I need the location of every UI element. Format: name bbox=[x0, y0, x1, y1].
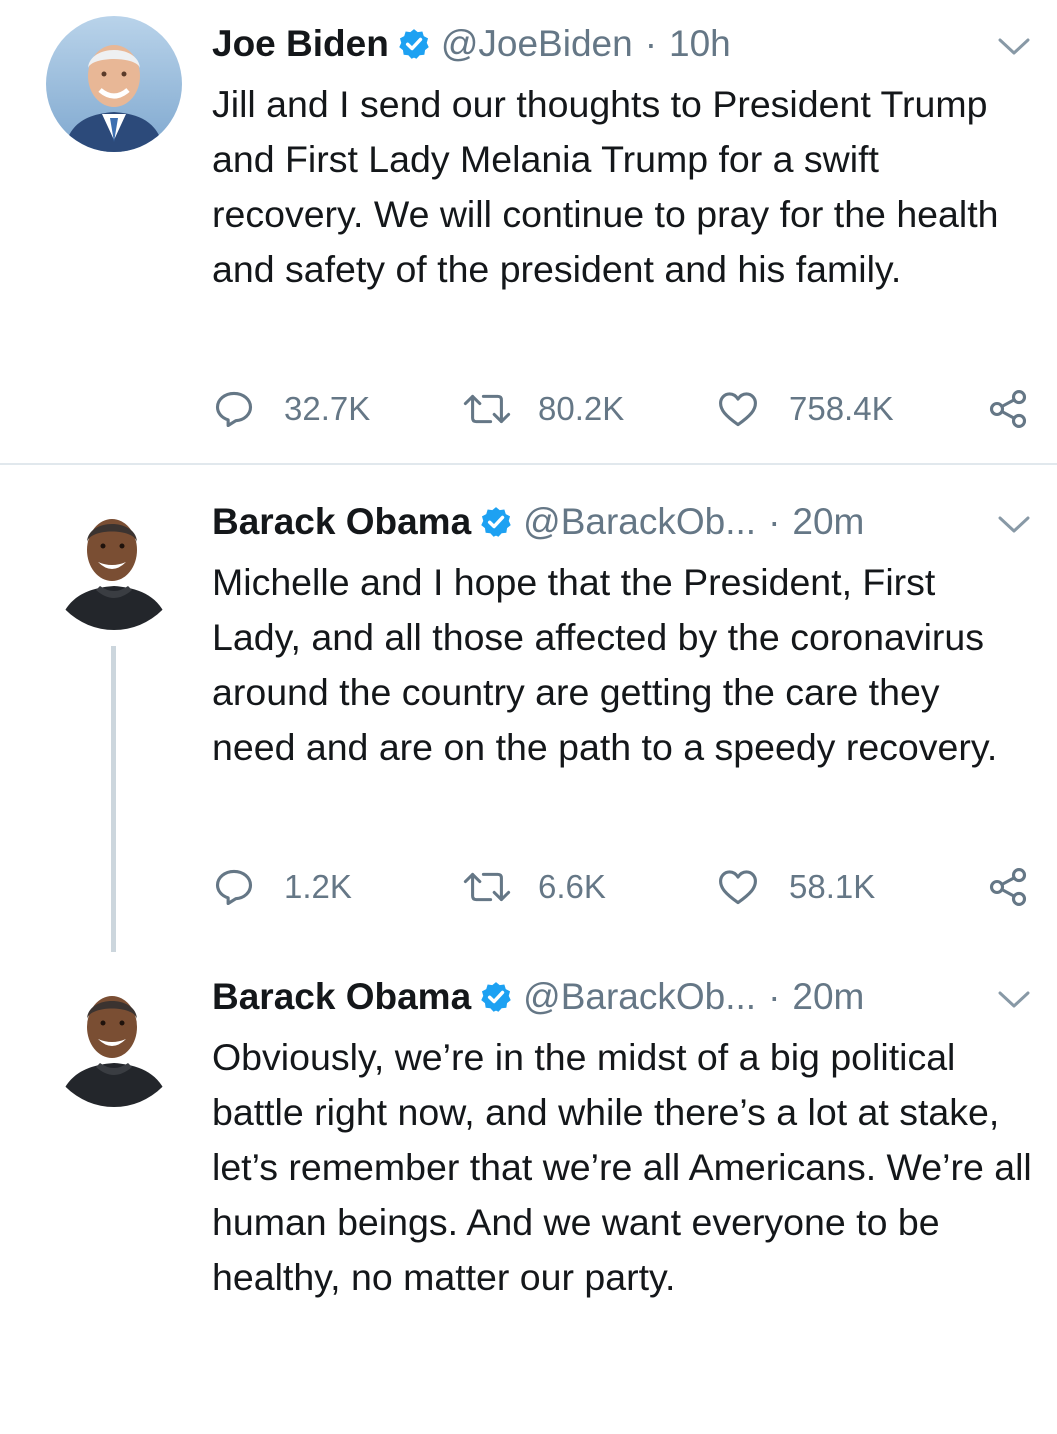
avatar-icon bbox=[46, 971, 182, 1107]
tweet-timestamp[interactable]: 20m bbox=[792, 501, 864, 543]
tweet-timestamp[interactable]: 10h bbox=[669, 23, 731, 65]
tweet-header: Joe Biden @JoeBiden · 10h bbox=[212, 14, 731, 74]
tweet-obama-2[interactable]: Barack Obama @BarackOb... · 20m Obviousl… bbox=[0, 967, 1057, 1407]
avatar-icon bbox=[46, 16, 182, 152]
separator-dot: · bbox=[768, 976, 781, 1017]
avatar-barack-obama[interactable] bbox=[46, 971, 182, 1107]
heart-icon bbox=[719, 870, 757, 905]
avatar-icon bbox=[46, 494, 182, 630]
author-handle[interactable]: @JoeBiden bbox=[441, 23, 633, 65]
author-name[interactable]: Barack Obama bbox=[212, 976, 471, 1018]
reply-icon bbox=[215, 391, 253, 428]
reply-count: 1.2K bbox=[284, 868, 352, 905]
like-button[interactable]: 758.4K bbox=[715, 384, 894, 434]
tweet-header: Barack Obama @BarackOb... · 20m bbox=[212, 967, 864, 1027]
verified-badge-icon bbox=[481, 507, 511, 537]
author-name[interactable]: Joe Biden bbox=[212, 23, 389, 65]
retweet-count: 80.2K bbox=[538, 390, 625, 427]
retweet-button[interactable]: 80.2K bbox=[460, 384, 624, 434]
retweet-icon bbox=[463, 872, 511, 902]
tweet-header: Barack Obama @BarackOb... · 20m bbox=[212, 492, 864, 552]
chevron-down-icon[interactable] bbox=[997, 989, 1031, 1011]
separator-dot: · bbox=[768, 501, 781, 542]
avatar-barack-obama[interactable] bbox=[46, 494, 182, 630]
chevron-down-icon[interactable] bbox=[997, 36, 1031, 58]
like-count: 758.4K bbox=[789, 390, 894, 427]
author-handle[interactable]: @BarackOb... bbox=[523, 976, 756, 1018]
verified-badge-icon bbox=[399, 29, 429, 59]
reply-count: 32.7K bbox=[284, 390, 371, 427]
reply-button[interactable]: 32.7K bbox=[212, 384, 370, 434]
tweet-timestamp[interactable]: 20m bbox=[792, 976, 864, 1018]
heart-icon bbox=[719, 392, 757, 427]
reply-icon bbox=[215, 869, 253, 906]
like-button[interactable]: 58.1K bbox=[715, 862, 875, 912]
tweet-divider bbox=[0, 463, 1057, 465]
share-icon bbox=[989, 390, 1027, 428]
retweet-count: 6.6K bbox=[538, 868, 606, 905]
tweet-obama-1[interactable]: Barack Obama @BarackOb... · 20m Michelle… bbox=[0, 492, 1057, 962]
share-icon bbox=[989, 868, 1027, 906]
verified-badge-icon bbox=[481, 982, 511, 1012]
author-handle[interactable]: @BarackOb... bbox=[523, 501, 756, 543]
tweet-text: Michelle and I hope that the President, … bbox=[212, 561, 998, 768]
retweet-icon bbox=[463, 394, 511, 424]
tweet-text: Jill and I send our thoughts to Presiden… bbox=[212, 83, 999, 290]
share-button[interactable] bbox=[986, 862, 1030, 912]
tweet-actions: 1.2K 6.6K 58.1K bbox=[212, 862, 1042, 912]
tweet-text: Obviously, we’re in the midst of a big p… bbox=[212, 1036, 1032, 1298]
thread-connector bbox=[111, 646, 116, 952]
retweet-button[interactable]: 6.6K bbox=[460, 862, 606, 912]
share-button[interactable] bbox=[986, 384, 1030, 434]
tweet-biden[interactable]: Joe Biden @JoeBiden · 10h Jill and I sen… bbox=[0, 14, 1057, 454]
avatar-joe-biden[interactable] bbox=[46, 16, 182, 152]
separator-dot: · bbox=[644, 23, 658, 64]
tweet-actions: 32.7K 80.2K 758.4K bbox=[212, 384, 1042, 434]
chevron-down-icon[interactable] bbox=[997, 514, 1031, 536]
like-count: 58.1K bbox=[789, 868, 876, 905]
author-name[interactable]: Barack Obama bbox=[212, 501, 471, 543]
reply-button[interactable]: 1.2K bbox=[212, 862, 352, 912]
